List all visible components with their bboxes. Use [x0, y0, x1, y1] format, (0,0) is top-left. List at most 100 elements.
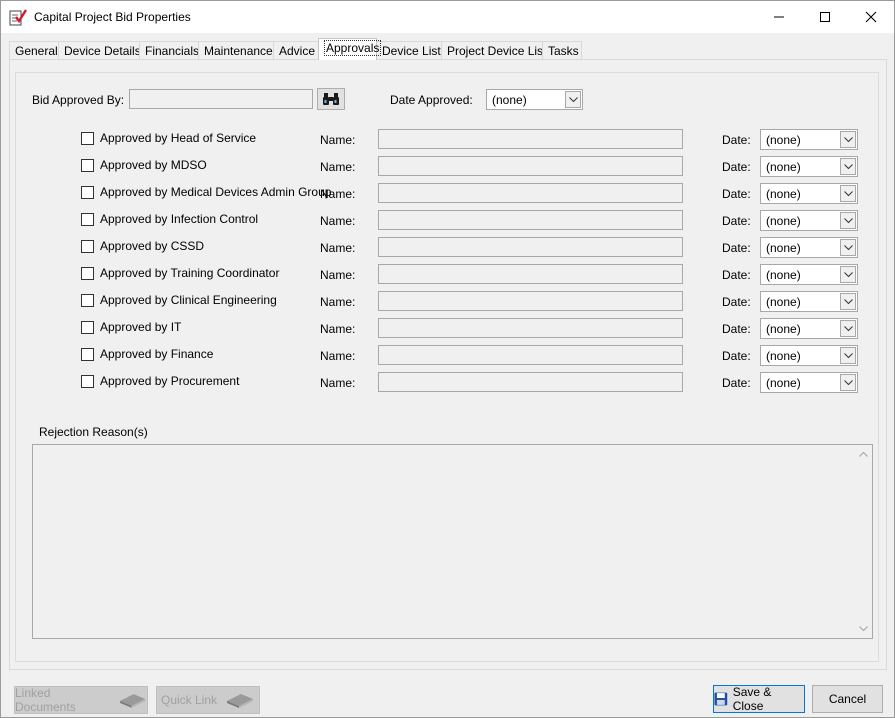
approval-name-field[interactable] — [378, 291, 683, 311]
approval-date-select[interactable]: (none) — [760, 129, 858, 150]
approval-checkbox[interactable] — [81, 240, 94, 253]
approval-date-select[interactable]: (none) — [760, 345, 858, 366]
tab-general[interactable]: General — [9, 41, 59, 60]
tab-device-details[interactable]: Device Details — [58, 41, 141, 60]
book-icon — [119, 694, 146, 708]
approval-date-value: (none) — [766, 268, 801, 282]
approval-checkbox[interactable] — [81, 321, 94, 334]
quick-link-button[interactable]: Quick Link — [156, 686, 260, 714]
floppy-disk-icon — [714, 692, 728, 706]
approval-date-value: (none) — [766, 349, 801, 363]
approval-name-field[interactable] — [378, 129, 683, 149]
approval-checkbox[interactable] — [81, 375, 94, 388]
approval-date-select[interactable]: (none) — [760, 264, 858, 285]
approval-name-label: Name: — [320, 376, 356, 390]
approval-name-field[interactable] — [378, 372, 683, 392]
tab-label: Device List — [382, 44, 441, 58]
tab-label: Tasks — [548, 44, 579, 58]
approval-date-select[interactable]: (none) — [760, 318, 858, 339]
maximize-button[interactable] — [802, 1, 848, 32]
tab-label: Financials — [145, 44, 200, 58]
approval-checkbox[interactable] — [81, 267, 94, 280]
approval-checkbox[interactable] — [81, 213, 94, 226]
approval-date-label: Date: — [722, 376, 751, 390]
date-approved-value: (none) — [492, 93, 527, 107]
chevron-down-icon — [840, 320, 856, 337]
find-approver-button[interactable] — [317, 88, 345, 110]
save-close-label: Save & Close — [732, 685, 772, 713]
cancel-button[interactable]: Cancel — [812, 685, 883, 713]
approval-name-label: Name: — [320, 241, 356, 255]
chevron-down-icon — [840, 158, 856, 175]
approval-name-label: Name: — [320, 268, 356, 282]
scroll-down-icon[interactable] — [859, 626, 868, 632]
chevron-down-icon — [840, 131, 856, 148]
approval-name-label: Name: — [320, 133, 356, 147]
scroll-up-icon[interactable] — [859, 451, 868, 457]
approval-name-label: Name: — [320, 214, 356, 228]
book-icon — [227, 694, 254, 708]
approval-label: Approved by Head of Service — [100, 131, 257, 145]
approval-checkbox[interactable] — [81, 186, 94, 199]
approval-name-field[interactable] — [378, 318, 683, 338]
approval-date-select[interactable]: (none) — [760, 372, 858, 393]
approval-label: Approved by Clinical Engineering — [100, 293, 277, 307]
tab-maintenance[interactable]: Maintenance — [198, 41, 274, 60]
save-close-button[interactable]: Save & Close — [713, 685, 805, 713]
approval-name-label: Name: — [320, 295, 356, 309]
chevron-down-icon — [840, 293, 856, 310]
approval-date-select[interactable]: (none) — [760, 210, 858, 231]
approval-name-field[interactable] — [378, 156, 683, 176]
tab-label: Advice — [279, 44, 316, 58]
approval-date-label: Date: — [722, 133, 751, 147]
approval-name-field[interactable] — [378, 210, 683, 230]
approval-label: Approved by Training Coordinator — [100, 266, 280, 280]
approval-label: Approved by MDSO — [100, 158, 207, 172]
approval-name-field[interactable] — [378, 345, 683, 365]
tab-label: Maintenance — [204, 44, 273, 58]
tab-approvals[interactable]: Approvals — [318, 38, 382, 60]
approval-label: Approved by IT — [100, 320, 182, 334]
tab-advice[interactable]: Advice — [273, 41, 319, 60]
tab-device-list[interactable]: Device List — [376, 41, 442, 60]
approval-date-label: Date: — [722, 295, 751, 309]
approval-date-select[interactable]: (none) — [760, 237, 858, 258]
approval-date-label: Date: — [722, 349, 751, 363]
binoculars-icon — [323, 93, 339, 105]
date-approved-select[interactable]: (none) — [486, 89, 583, 110]
chevron-down-icon — [840, 212, 856, 229]
chevron-down-icon — [840, 347, 856, 364]
approval-date-select[interactable]: (none) — [760, 183, 858, 204]
approval-date-value: (none) — [766, 241, 801, 255]
approval-date-select[interactable]: (none) — [760, 291, 858, 312]
approval-date-select[interactable]: (none) — [760, 156, 858, 177]
approval-name-label: Name: — [320, 322, 356, 336]
approval-label: Approved by CSSD — [100, 239, 205, 253]
cancel-label: Cancel — [828, 692, 867, 706]
tab-financials[interactable]: Financials — [139, 41, 199, 60]
rejection-scrollbar[interactable] — [855, 445, 872, 638]
chevron-down-icon — [840, 185, 856, 202]
approval-label: Approved by Finance — [100, 347, 214, 361]
tab-project-device-list[interactable]: Project Device List — [441, 41, 546, 60]
approval-name-field[interactable] — [378, 183, 683, 203]
rejection-reason-textarea[interactable] — [32, 444, 873, 639]
tab-tasks[interactable]: Tasks — [542, 41, 582, 60]
approval-name-field[interactable] — [378, 264, 683, 284]
approval-checkbox[interactable] — [81, 348, 94, 361]
approval-date-label: Date: — [722, 322, 751, 336]
minimize-button[interactable] — [756, 1, 802, 32]
close-window-button[interactable] — [848, 1, 894, 32]
rejection-reason-label: Rejection Reason(s) — [39, 425, 148, 439]
approval-date-value: (none) — [766, 133, 801, 147]
approval-name-field[interactable] — [378, 237, 683, 257]
approval-checkbox[interactable] — [81, 132, 94, 145]
approval-date-label: Date: — [722, 187, 751, 201]
bid-approved-by-field[interactable] — [129, 89, 313, 109]
chevron-down-icon — [840, 374, 856, 391]
approval-checkbox[interactable] — [81, 159, 94, 172]
approval-checkbox[interactable] — [81, 294, 94, 307]
close-icon — [865, 11, 877, 22]
linked-documents-button[interactable]: Linked Documents — [14, 686, 148, 714]
approval-name-label: Name: — [320, 160, 356, 174]
